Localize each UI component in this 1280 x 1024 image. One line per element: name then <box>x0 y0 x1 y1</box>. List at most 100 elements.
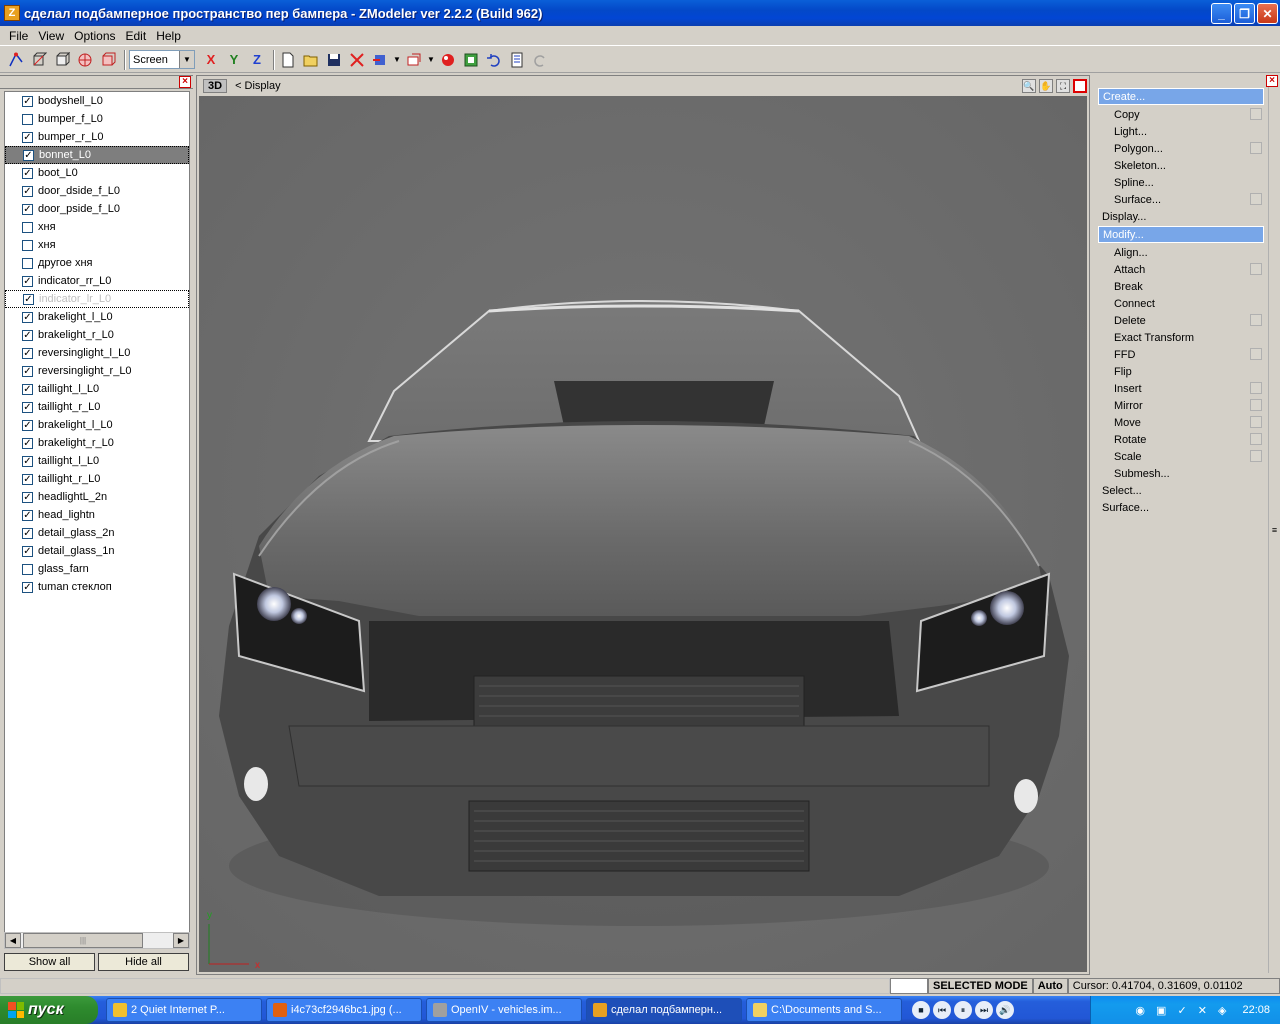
visibility-checkbox[interactable]: ✓ <box>22 203 33 215</box>
command-item[interactable]: Skeleton... <box>1098 157 1264 174</box>
axis-z-toggle[interactable]: Z <box>247 50 267 70</box>
command-group[interactable]: Create... <box>1098 88 1264 105</box>
command-item[interactable]: Connect <box>1098 295 1264 312</box>
options-box-icon[interactable] <box>1250 416 1262 428</box>
command-item[interactable]: Copy <box>1098 106 1264 123</box>
new-file-icon[interactable] <box>278 50 298 70</box>
command-item[interactable]: Light... <box>1098 123 1264 140</box>
visibility-checkbox[interactable] <box>22 239 33 251</box>
visibility-checkbox[interactable]: ✓ <box>22 383 33 395</box>
viewport-mode-badge[interactable]: 3D <box>203 79 228 93</box>
maximize-viewport-icon[interactable] <box>1073 79 1087 93</box>
command-item[interactable]: FFD <box>1098 346 1264 363</box>
minimize-button[interactable]: _ <box>1211 3 1232 24</box>
visibility-checkbox[interactable]: ✓ <box>22 527 33 539</box>
tray-icons[interactable]: ◉ ▣ ✓ ✕ ◈ <box>1135 1004 1230 1017</box>
taskbar-button[interactable]: сделал подбамперн... <box>586 998 742 1022</box>
command-item[interactable]: Delete <box>1098 312 1264 329</box>
viewport-title[interactable]: < Display <box>235 80 281 92</box>
object-list-item[interactable]: ✓ bumper_r_L0 <box>5 128 189 146</box>
visibility-checkbox[interactable] <box>22 563 33 575</box>
select-face-icon[interactable] <box>29 50 49 70</box>
object-list-item[interactable]: ✓ indicator_rr_L0 <box>5 272 189 290</box>
command-group[interactable]: Surface... <box>1098 499 1264 516</box>
delete-icon[interactable] <box>347 50 367 70</box>
command-item[interactable]: Move <box>1098 414 1264 431</box>
visibility-checkbox[interactable]: ✓ <box>22 491 33 503</box>
object-list-item[interactable]: ✓ boot_L0 <box>5 164 189 182</box>
open-folder-icon[interactable] <box>301 50 321 70</box>
taskbar-button[interactable]: 2 Quiet Internet P... <box>106 998 262 1022</box>
visibility-checkbox[interactable]: ✓ <box>22 329 33 341</box>
visibility-checkbox[interactable]: ✓ <box>22 131 33 143</box>
object-list-item[interactable]: glass_farn <box>5 560 189 578</box>
object-list-item[interactable]: bumper_f_L0 <box>5 110 189 128</box>
object-list-item[interactable]: другое хня <box>5 254 189 272</box>
chevron-down-icon[interactable]: ▼ <box>179 51 194 68</box>
options-box-icon[interactable] <box>1250 348 1262 360</box>
visibility-checkbox[interactable]: ✓ <box>22 509 33 521</box>
visibility-checkbox[interactable]: ✓ <box>22 95 33 107</box>
hide-all-button[interactable]: Hide all <box>98 953 189 971</box>
command-item[interactable]: Rotate <box>1098 431 1264 448</box>
visibility-checkbox[interactable]: ✓ <box>22 275 33 287</box>
menu-edit[interactable]: Edit <box>121 29 152 43</box>
command-item[interactable]: Align... <box>1098 244 1264 261</box>
media-prev-icon[interactable]: ⏮ <box>933 1001 951 1019</box>
visibility-checkbox[interactable]: ✓ <box>22 419 33 431</box>
export-icon[interactable] <box>404 50 424 70</box>
media-next-icon[interactable]: ⏭ <box>975 1001 993 1019</box>
visibility-checkbox[interactable]: ✓ <box>23 293 34 305</box>
visibility-checkbox[interactable]: ✓ <box>22 437 33 449</box>
object-list-item[interactable]: ✓ bonnet_L0 <box>5 146 189 164</box>
object-list-item[interactable]: ✓ taillight_r_L0 <box>5 398 189 416</box>
texture-icon[interactable] <box>461 50 481 70</box>
start-button[interactable]: пуск <box>0 996 98 1024</box>
object-list-item[interactable]: ✓ brakelight_l_L0 <box>5 416 189 434</box>
visibility-checkbox[interactable]: ✓ <box>22 455 33 467</box>
object-list-item[interactable]: ✓ reversinglight_r_L0 <box>5 362 189 380</box>
zoom-icon[interactable]: 🔍 <box>1022 79 1036 93</box>
media-pause-icon[interactable]: ⏸ <box>954 1001 972 1019</box>
options-box-icon[interactable] <box>1250 382 1262 394</box>
undo-icon[interactable] <box>484 50 504 70</box>
visibility-checkbox[interactable]: ✓ <box>23 149 34 161</box>
horizontal-scrollbar[interactable]: ◀ ||| ▶ <box>4 932 190 949</box>
visibility-checkbox[interactable]: ✓ <box>22 473 33 485</box>
command-item[interactable]: Spline... <box>1098 174 1264 191</box>
menu-view[interactable]: View <box>33 29 69 43</box>
visibility-checkbox[interactable]: ✓ <box>22 185 33 197</box>
object-list-item[interactable]: ✓ brakelight_r_L0 <box>5 434 189 452</box>
visibility-checkbox[interactable]: ✓ <box>22 347 33 359</box>
select-all-icon[interactable] <box>98 50 118 70</box>
taskbar-button[interactable]: C:\Documents and S... <box>746 998 902 1022</box>
command-item[interactable]: Mirror <box>1098 397 1264 414</box>
visibility-checkbox[interactable]: ✓ <box>22 311 33 323</box>
3d-viewport[interactable]: y x <box>199 96 1087 972</box>
command-item[interactable]: Exact Transform <box>1098 329 1264 346</box>
command-item[interactable]: Insert <box>1098 380 1264 397</box>
visibility-checkbox[interactable]: ✓ <box>22 581 33 593</box>
chevron-down-icon[interactable]: ▼ <box>427 50 435 70</box>
command-item[interactable]: Flip <box>1098 363 1264 380</box>
taskbar-button[interactable]: i4c73cf2946bc1.jpg (... <box>266 998 422 1022</box>
fit-view-icon[interactable]: ⛶ <box>1056 79 1070 93</box>
visibility-checkbox[interactable] <box>22 113 33 125</box>
command-group[interactable]: Display... <box>1098 208 1264 225</box>
maximize-button[interactable]: ❐ <box>1234 3 1255 24</box>
axis-y-toggle[interactable]: Y <box>224 50 244 70</box>
object-list-item[interactable]: ✓ taillight_l_L0 <box>5 380 189 398</box>
options-box-icon[interactable] <box>1250 108 1262 120</box>
options-box-icon[interactable] <box>1250 314 1262 326</box>
visibility-checkbox[interactable]: ✓ <box>22 167 33 179</box>
object-list-item[interactable]: ✓ door_pside_f_L0 <box>5 200 189 218</box>
options-box-icon[interactable] <box>1250 399 1262 411</box>
object-list-item[interactable]: ✓ taillight_l_L0 <box>5 452 189 470</box>
command-item[interactable]: Scale <box>1098 448 1264 465</box>
axis-x-toggle[interactable]: X <box>201 50 221 70</box>
scroll-thumb[interactable]: ||| <box>23 933 143 948</box>
object-list-item[interactable]: ✓ head_lightn <box>5 506 189 524</box>
object-list-item[interactable]: ✓ headlightL_2n <box>5 488 189 506</box>
command-item[interactable]: Polygon... <box>1098 140 1264 157</box>
object-list-item[interactable]: ✓ indicator_lr_L0 <box>5 290 189 308</box>
